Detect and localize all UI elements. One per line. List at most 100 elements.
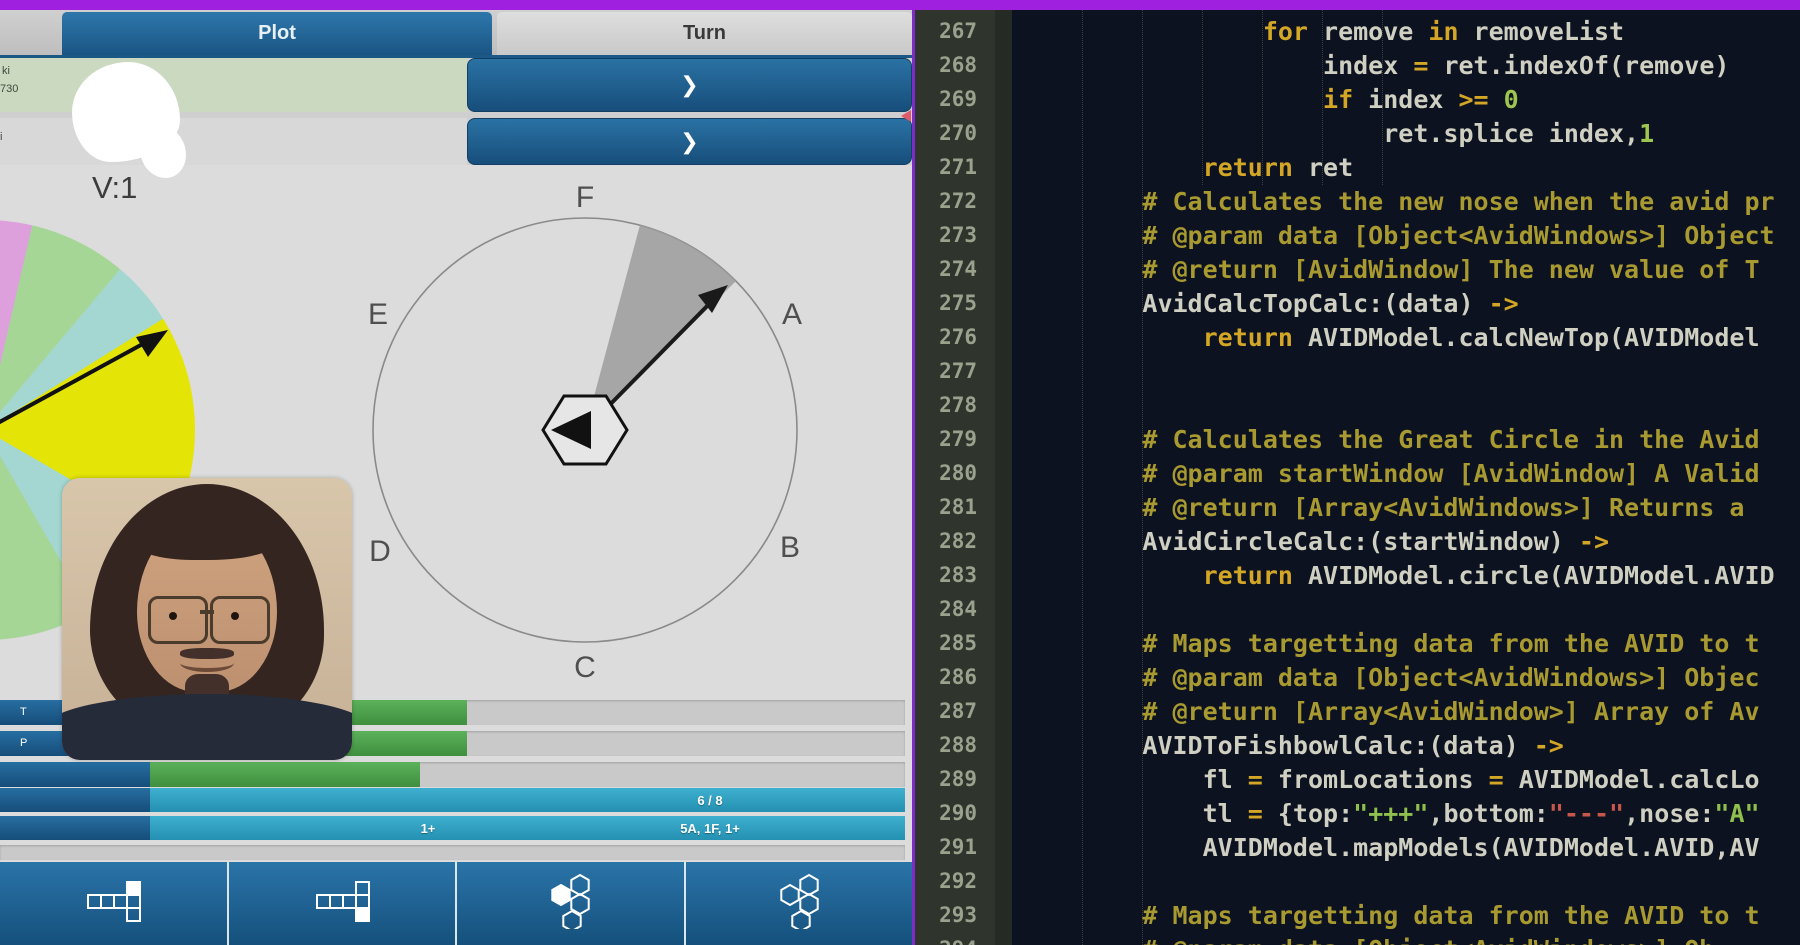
code-token: return	[1203, 153, 1293, 182]
code-line: 286# @param data [Object<AvidWindows>] O…	[915, 660, 1800, 694]
code-line: 287 # @return [Array<AvidWindow>] Array o…	[915, 694, 1800, 728]
code-token: index	[1323, 51, 1413, 80]
code-text: tl = {top:"+++",bottom:"---",nose:"A"	[1022, 799, 1760, 828]
code-token: ret.indexOf(remove)	[1428, 51, 1729, 80]
code-text: if index >= 0	[1022, 85, 1519, 114]
ship-hexagon	[543, 396, 627, 464]
code-line: 279# Calculates the Great Circle in the …	[915, 422, 1800, 456]
line-number: 274	[915, 257, 995, 281]
code-token: ,nose:	[1624, 799, 1714, 828]
code-token: =	[1413, 51, 1428, 80]
code-line: 285# Maps targetting data from the AVID …	[915, 626, 1800, 660]
code-line: 272# Calculates the new nose when the av…	[915, 184, 1800, 218]
code-text: AvidCircleCalc:(startWindow) ->	[1022, 527, 1609, 556]
code-token: "---"	[1549, 799, 1624, 828]
toolbar-button[interactable]	[0, 862, 229, 945]
status-bar-row	[0, 762, 912, 787]
line-number: 288	[915, 733, 995, 757]
tab-turn[interactable]: Turn	[497, 12, 912, 55]
tab-plot[interactable]: Plot	[62, 12, 492, 55]
code-token: ret	[1293, 153, 1353, 182]
line-number: 267	[915, 19, 995, 43]
code-line: 282AvidCircleCalc:(startWindow) ->	[915, 524, 1800, 558]
bar-label-chip	[0, 816, 150, 840]
compass-letter-A: A	[782, 298, 802, 332]
next-step-button[interactable]: ❯	[467, 118, 912, 165]
bar-track	[0, 845, 905, 860]
plot-canvas[interactable]: V:1 FABCDE	[0, 165, 912, 862]
bar-track: 1+5A, 1F, 1+	[150, 816, 905, 840]
code-text: # @param data [Object<AvidWindows>] Ob	[1022, 935, 1714, 945]
status-bar-row: 1+5A, 1F, 1+	[0, 816, 912, 840]
ship-nose-triangle	[551, 411, 591, 449]
code-token: # @param data [Object<AvidWindows>] Obje…	[1142, 663, 1759, 692]
tab-bar: Plot Turn	[0, 10, 912, 58]
code-token: if	[1323, 85, 1353, 114]
glasses-icon	[210, 596, 270, 644]
bar-fill	[150, 788, 905, 812]
code-token: ret.splice index,	[1383, 119, 1639, 148]
bar-label-chip	[0, 762, 150, 787]
bar-value-text: 5A, 1F, 1+	[650, 816, 770, 840]
chevron-right-icon: ❯	[680, 129, 698, 155]
line-number: 277	[915, 359, 995, 383]
avid-compass	[373, 218, 797, 642]
code-text: # Calculates the Great Circle in the Avi…	[1022, 425, 1760, 454]
line-number: 285	[915, 631, 995, 655]
code-token: tl	[1203, 799, 1248, 828]
line-number: 276	[915, 325, 995, 349]
bar-track: 6 / 8	[150, 788, 905, 812]
code-text: AvidCalcTopCalc:(data) ->	[1022, 289, 1519, 318]
line-number: 284	[915, 597, 995, 621]
line-number: 275	[915, 291, 995, 315]
code-text: return AVIDModel.calcNewTop(AVIDModel	[1022, 323, 1760, 352]
code-token: AVIDModel.calcLo	[1504, 765, 1760, 794]
line-number: 278	[915, 393, 995, 417]
line-number: 289	[915, 767, 995, 791]
code-token: =	[1248, 765, 1263, 794]
heading-arrow	[698, 285, 728, 313]
status-bar-row: 6 / 8	[0, 788, 912, 812]
portrait-shirt	[62, 694, 352, 760]
code-text: # @param data [Object<AvidWindows>] Obje…	[1022, 221, 1775, 250]
toolbar-button[interactable]	[229, 862, 458, 945]
code-text: ret.splice index,1	[1022, 119, 1654, 148]
line-number: 290	[915, 801, 995, 825]
line-number: 293	[915, 903, 995, 927]
code-line: 268 index = ret.indexOf(remove)	[915, 48, 1800, 82]
code-line: 294 # @param data [Object<AvidWindows>] O…	[915, 932, 1800, 945]
code-token: {top:	[1263, 799, 1353, 828]
code-editor[interactable]: 267for remove in removeList 268 index = re…	[912, 10, 1800, 945]
line-number: 292	[915, 869, 995, 893]
compass-letter-B: B	[780, 531, 800, 565]
code-token: # @param data [Object<AvidWindows>] Obje…	[1142, 221, 1774, 250]
line-number: 268	[915, 53, 995, 77]
status-strip-green: ki 730	[0, 58, 467, 112]
top-accent-bar	[0, 0, 1800, 10]
code-line: 276 return AVIDModel.calcNewTop(AVIDModel	[915, 320, 1800, 354]
code-token: in	[1428, 17, 1458, 46]
toolbar-button[interactable]	[686, 862, 913, 945]
code-token: # Maps targetting data from the AVID to …	[1142, 901, 1759, 930]
code-token: # @return [Array<AvidWindow>] Array of A…	[1142, 697, 1759, 726]
code-line: 289fl = fromLocations = AVIDModel.calcLo	[915, 762, 1800, 796]
next-step-button[interactable]: ❯	[467, 58, 912, 112]
code-token: =	[1489, 765, 1504, 794]
code-token: ->	[1489, 289, 1519, 318]
code-token: ,bottom:	[1428, 799, 1548, 828]
code-token: # Calculates the Great Circle in the Avi…	[1142, 425, 1759, 454]
status-bar-row	[0, 845, 912, 860]
line-number: 294	[915, 937, 995, 945]
bar-fill	[150, 762, 420, 787]
toolbar-button[interactable]	[457, 862, 686, 945]
code-line: 267for remove in removeList	[915, 14, 1800, 48]
code-token: remove	[1308, 17, 1428, 46]
code-text: # Calculates the new nose when the avid …	[1022, 187, 1775, 216]
code-token: # @param startWindow [AvidWindow] A Vali…	[1142, 459, 1759, 488]
hex-flower-outline-icon	[771, 873, 827, 934]
line-number: 287	[915, 699, 995, 723]
code-token: "A"	[1714, 799, 1759, 828]
pane-resize-marker[interactable]	[901, 110, 911, 122]
white-blob-overlay	[72, 62, 180, 162]
code-text: AVIDModel.mapModels(AVIDModel.AVID,AV	[1022, 833, 1760, 862]
